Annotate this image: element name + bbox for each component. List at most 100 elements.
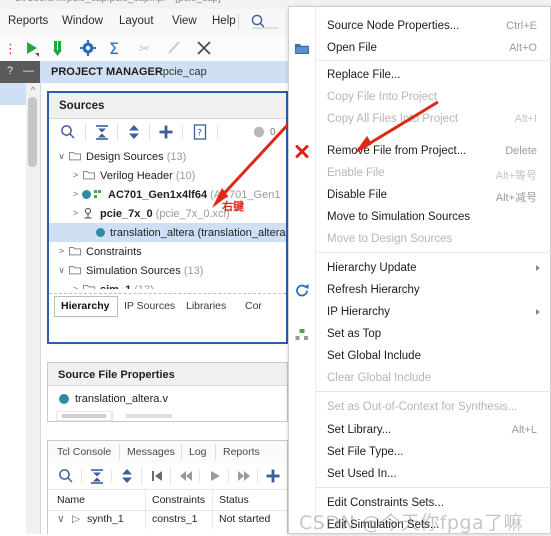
menu-item-remove-file-from-project[interactable]: Remove File from Project... Delete: [289, 140, 550, 162]
search-icon[interactable]: [59, 123, 77, 141]
tree-row-pcie7x0[interactable]: > pcie_7x_0 (pcie_7x_0.xci): [49, 204, 286, 223]
message-bubble-icon[interactable]: [251, 123, 269, 141]
tab-hierarchy[interactable]: Hierarchy: [61, 300, 109, 312]
twisty-icon[interactable]: >: [71, 208, 80, 219]
menu-item-layout[interactable]: Layout: [119, 15, 154, 27]
settings-gear-icon[interactable]: [78, 38, 98, 58]
twisty-icon[interactable]: >: [71, 189, 80, 200]
toolbar-sep: [228, 469, 229, 483]
scissors-icon[interactable]: [194, 38, 214, 58]
menu-item-ip-hierarchy[interactable]: IP Hierarchy: [289, 301, 550, 323]
menu-item-source-node-properties[interactable]: Source Node Properties... Ctrl+E: [289, 15, 550, 37]
help-button[interactable]: ?: [7, 65, 13, 77]
expand-all-icon[interactable]: [118, 467, 136, 485]
twisty-icon[interactable]: >: [71, 170, 80, 181]
sources-toolbar: ? 0: [49, 119, 286, 145]
tree-row-constraints[interactable]: > Constraints: [49, 242, 286, 261]
twisty-icon[interactable]: ∨: [57, 265, 66, 276]
run-icon[interactable]: [22, 38, 42, 58]
menu-label: Replace File...: [327, 69, 401, 81]
left-scrollbar[interactable]: ^: [26, 83, 41, 534]
collapse-all-icon[interactable]: [93, 123, 111, 141]
menu-item-window[interactable]: Window: [62, 15, 103, 27]
menu-item-view[interactable]: View: [172, 15, 197, 27]
twisty-icon[interactable]: >: [57, 246, 66, 257]
menu-item-help[interactable]: Help: [212, 15, 236, 27]
column-header-status[interactable]: Status: [219, 494, 249, 506]
row-run-icon[interactable]: ▷: [72, 513, 80, 525]
tab-messages[interactable]: Messages: [127, 446, 175, 458]
menu-item-move-to-simulation-sources[interactable]: Move to Simulation Sources: [289, 206, 550, 228]
tab-ip-sources[interactable]: IP Sources: [124, 300, 175, 312]
forward-icon[interactable]: [235, 467, 253, 485]
cut-icon: ✂: [136, 38, 156, 58]
menu-item-hierarchy-update[interactable]: Hierarchy Update: [289, 257, 550, 279]
menu-item-replace-file[interactable]: Replace File...: [289, 64, 550, 86]
scrollbar-thumb[interactable]: [28, 97, 37, 167]
tab-log[interactable]: Log: [189, 446, 207, 458]
tree-row-verilog-header[interactable]: > Verilog Header (10): [49, 166, 286, 185]
collapse-all-icon[interactable]: [88, 467, 106, 485]
tab-tcl-console[interactable]: Tcl Console: [57, 446, 111, 458]
tree-row-design-sources[interactable]: ∨ Design Sources (13): [49, 147, 286, 166]
column-header-name[interactable]: Name: [57, 494, 85, 506]
skip-first-icon[interactable]: [148, 467, 166, 485]
red-x-icon: [294, 144, 310, 159]
minimize-button[interactable]: —: [23, 65, 34, 77]
twisty-icon[interactable]: >: [71, 284, 80, 289]
left-strip-selected[interactable]: [0, 83, 26, 105]
menu-item-refresh-hierarchy[interactable]: Refresh Hierarchy: [289, 279, 550, 301]
tree-row-simulation-sources[interactable]: ∨ Simulation Sources (13): [49, 261, 286, 280]
toolbar-sep: [81, 469, 82, 483]
scroll-up-icon[interactable]: ^: [28, 85, 38, 95]
stop-icon[interactable]: ⋮: [2, 38, 22, 58]
plus-icon[interactable]: [157, 123, 175, 141]
menu-item-disable-file[interactable]: Disable File Alt+减号: [289, 184, 550, 206]
menu-item-edit-constraints-sets[interactable]: Edit Constraints Sets...: [289, 492, 550, 514]
add-icon[interactable]: [264, 467, 282, 485]
menu-label: Set as Out-of-Context for Synthesis...: [327, 401, 518, 413]
expand-all-icon[interactable]: [125, 123, 143, 141]
annotation-right-click-label: 右键: [222, 200, 244, 213]
sources-tree[interactable]: ∨ Design Sources (13) > Verilog Header (…: [49, 147, 286, 289]
chevron-right-icon: [536, 309, 540, 315]
menu-accel: Alt+等号: [495, 170, 537, 182]
rewind-icon[interactable]: [177, 467, 195, 485]
sum-report-icon[interactable]: Σ: [106, 38, 126, 58]
table-row[interactable]: ∨ ▷ synth_1 constrs_1 Not started: [48, 509, 287, 529]
search-icon[interactable]: [57, 467, 75, 485]
tab-libraries[interactable]: Libraries: [186, 300, 226, 312]
menu-separator: [315, 487, 551, 488]
play-icon[interactable]: [206, 467, 224, 485]
project-manager-label: PROJECT MANAGER: [51, 66, 163, 78]
menu-label: Edit Simulation Sets...: [327, 519, 440, 531]
source-file-properties-panel: Source File Properties translation_alter…: [47, 362, 288, 422]
menu-label: Set Used In...: [327, 468, 397, 480]
sfp-ghost-tabs: [55, 410, 206, 422]
tab-reports[interactable]: Reports: [223, 446, 260, 458]
menu-item-set-library[interactable]: Set Library... Alt+L: [289, 419, 550, 441]
run-implementation-icon[interactable]: [50, 38, 70, 58]
context-menu[interactable]: Source Node Properties... Ctrl+E Open Fi…: [288, 6, 551, 534]
toolbar-sep: [85, 125, 86, 139]
menu-item-set-global-include[interactable]: Set Global Include: [289, 345, 550, 367]
menu-item-set-file-type[interactable]: Set File Type...: [289, 441, 550, 463]
tab-compile-order[interactable]: Cor: [245, 300, 262, 312]
row-twisty-icon[interactable]: ∨: [57, 513, 65, 525]
column-header-constraints[interactable]: Constraints: [152, 494, 205, 506]
tree-label: Design Sources (13): [86, 151, 187, 163]
menu-item-edit-simulation-sets[interactable]: Edit Simulation Sets...: [289, 514, 550, 536]
menu-item-set-as-top[interactable]: Set as Top: [289, 323, 550, 345]
verilog-file-dot-icon: [59, 394, 69, 404]
tree-row-ac701[interactable]: > AC701_Gen1x4lf64 (AC701_Gen1: [49, 185, 286, 204]
menu-item-reports[interactable]: Reports: [8, 15, 48, 27]
tree-row-translation-altera[interactable]: translation_altera (translation_altera: [49, 223, 286, 242]
column-sep: [145, 509, 146, 529]
tree-row-sim1[interactable]: > sim_1 (13): [49, 280, 286, 289]
svg-text:Σ: Σ: [109, 39, 119, 58]
menu-item-set-used-in[interactable]: Set Used In...: [289, 463, 550, 485]
twisty-icon[interactable]: ∨: [57, 151, 66, 162]
menu-item-open-file[interactable]: Open File Alt+O: [289, 37, 550, 59]
help-icon[interactable]: ?: [191, 123, 209, 141]
refresh-icon: [294, 283, 310, 298]
